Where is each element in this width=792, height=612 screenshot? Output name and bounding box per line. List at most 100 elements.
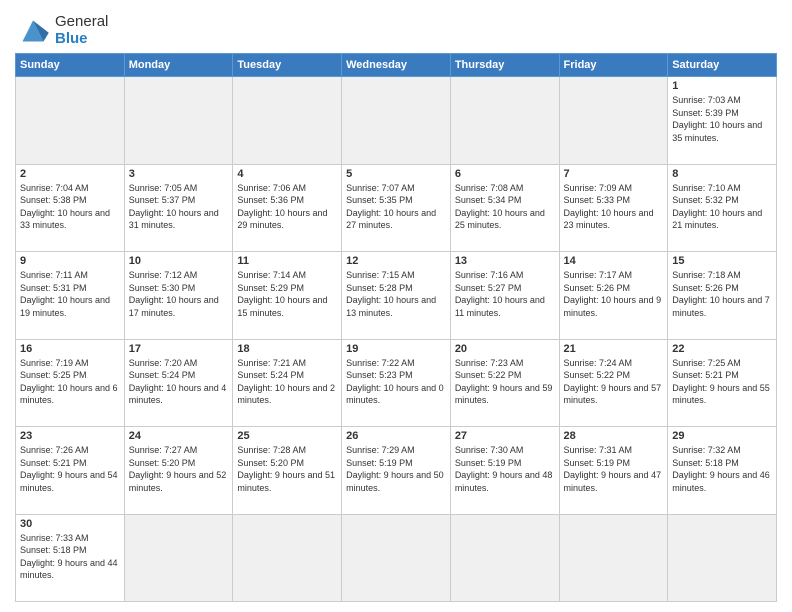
page: GeneralBlue SundayMondayTuesdayWednesday…: [0, 0, 792, 612]
day-number: 27: [455, 430, 555, 442]
day-info: Sunrise: 7:18 AM Sunset: 5:26 PM Dayligh…: [672, 269, 772, 319]
calendar-cell: 5 Sunrise: 7:07 AM Sunset: 5:35 PM Daylig…: [342, 164, 451, 252]
days-of-week-row: SundayMondayTuesdayWednesdayThursdayFrid…: [16, 54, 777, 77]
calendar-cell: [559, 514, 668, 602]
day-number: 13: [455, 255, 555, 267]
day-number: 30: [20, 518, 120, 530]
calendar-cell: 11Sunrise: 7:14 AM Sunset: 5:29 PM Dayli…: [233, 252, 342, 340]
day-header-wednesday: Wednesday: [342, 54, 451, 77]
calendar-cell: 21 Sunrise: 7:24 AM Sunset: 5:22 PM Dayli…: [559, 339, 668, 427]
calendar-cell: 25Sunrise: 7:28 AM Sunset: 5:20 PM Dayli…: [233, 427, 342, 515]
calendar-week-0: 1Sunrise: 7:03 AM Sunset: 5:39 PM Daylig…: [16, 77, 777, 165]
day-info: Sunrise: 7:05 AM Sunset: 5:37 PM Dayligh…: [129, 182, 229, 232]
calendar-cell: 10 Sunrise: 7:12 AM Sunset: 5:30 PM Dayli…: [124, 252, 233, 340]
calendar-cell: [342, 77, 451, 165]
logo: GeneralBlue: [15, 14, 108, 47]
day-number: 2: [20, 168, 120, 180]
day-info: Sunrise: 7:12 AM Sunset: 5:30 PM Dayligh…: [129, 269, 229, 319]
general-blue-icon: [15, 17, 51, 45]
calendar-cell: 4 Sunrise: 7:06 AM Sunset: 5:36 PM Daylig…: [233, 164, 342, 252]
calendar-cell: 22 Sunrise: 7:25 AM Sunset: 5:21 PM Dayli…: [668, 339, 777, 427]
calendar-cell: 23Sunrise: 7:26 AM Sunset: 5:21 PM Dayli…: [16, 427, 125, 515]
calendar-cell: [450, 514, 559, 602]
day-info: Sunrise: 7:33 AM Sunset: 5:18 PM Dayligh…: [20, 532, 120, 582]
calendar-cell: 3 Sunrise: 7:05 AM Sunset: 5:37 PM Daylig…: [124, 164, 233, 252]
calendar-cell: [233, 77, 342, 165]
calendar-cell: [124, 514, 233, 602]
day-info: Sunrise: 7:31 AM Sunset: 5:19 PM Dayligh…: [564, 444, 664, 494]
day-number: 26: [346, 430, 446, 442]
day-number: 7: [564, 168, 664, 180]
day-info: Sunrise: 7:08 AM Sunset: 5:34 PM Dayligh…: [455, 182, 555, 232]
day-header-tuesday: Tuesday: [233, 54, 342, 77]
day-header-monday: Monday: [124, 54, 233, 77]
day-number: 17: [129, 343, 229, 355]
day-info: Sunrise: 7:20 AM Sunset: 5:24 PM Dayligh…: [129, 357, 229, 407]
calendar-cell: [124, 77, 233, 165]
calendar-cell: 13 Sunrise: 7:16 AM Sunset: 5:27 PM Dayli…: [450, 252, 559, 340]
calendar-cell: 7Sunrise: 7:09 AM Sunset: 5:33 PM Daylig…: [559, 164, 668, 252]
day-info: Sunrise: 7:32 AM Sunset: 5:18 PM Dayligh…: [672, 444, 772, 494]
calendar-cell: 30 Sunrise: 7:33 AM Sunset: 5:18 PM Dayli…: [16, 514, 125, 602]
day-number: 15: [672, 255, 772, 267]
day-number: 21: [564, 343, 664, 355]
day-number: 10: [129, 255, 229, 267]
calendar-cell: 14Sunrise: 7:17 AM Sunset: 5:26 PM Dayli…: [559, 252, 668, 340]
calendar-cell: 26 Sunrise: 7:29 AM Sunset: 5:19 PM Dayli…: [342, 427, 451, 515]
calendar-week-3: 16 Sunrise: 7:19 AM Sunset: 5:25 PM Dayli…: [16, 339, 777, 427]
day-number: 29: [672, 430, 772, 442]
day-info: Sunrise: 7:21 AM Sunset: 5:24 PM Dayligh…: [237, 357, 337, 407]
day-number: 22: [672, 343, 772, 355]
day-info: Sunrise: 7:03 AM Sunset: 5:39 PM Dayligh…: [672, 94, 772, 144]
logo-blue: Blue: [55, 30, 88, 47]
calendar-cell: 16 Sunrise: 7:19 AM Sunset: 5:25 PM Dayli…: [16, 339, 125, 427]
day-info: Sunrise: 7:24 AM Sunset: 5:22 PM Dayligh…: [564, 357, 664, 407]
day-number: 19: [346, 343, 446, 355]
calendar-cell: 2Sunrise: 7:04 AM Sunset: 5:38 PM Daylig…: [16, 164, 125, 252]
day-number: 5: [346, 168, 446, 180]
day-header-friday: Friday: [559, 54, 668, 77]
day-number: 4: [237, 168, 337, 180]
calendar-cell: 15 Sunrise: 7:18 AM Sunset: 5:26 PM Dayli…: [668, 252, 777, 340]
day-info: Sunrise: 7:16 AM Sunset: 5:27 PM Dayligh…: [455, 269, 555, 319]
day-number: 9: [20, 255, 120, 267]
calendar-cell: 27Sunrise: 7:30 AM Sunset: 5:19 PM Dayli…: [450, 427, 559, 515]
calendar: SundayMondayTuesdayWednesdayThursdayFrid…: [15, 53, 777, 602]
day-number: 28: [564, 430, 664, 442]
day-info: Sunrise: 7:25 AM Sunset: 5:21 PM Dayligh…: [672, 357, 772, 407]
header: GeneralBlue: [15, 10, 777, 47]
day-number: 20: [455, 343, 555, 355]
day-info: Sunrise: 7:29 AM Sunset: 5:19 PM Dayligh…: [346, 444, 446, 494]
calendar-cell: 17 Sunrise: 7:20 AM Sunset: 5:24 PM Dayli…: [124, 339, 233, 427]
day-number: 8: [672, 168, 772, 180]
day-info: Sunrise: 7:17 AM Sunset: 5:26 PM Dayligh…: [564, 269, 664, 319]
day-number: 25: [237, 430, 337, 442]
day-info: Sunrise: 7:22 AM Sunset: 5:23 PM Dayligh…: [346, 357, 446, 407]
calendar-cell: 18 Sunrise: 7:21 AM Sunset: 5:24 PM Dayli…: [233, 339, 342, 427]
logo-text-block: GeneralBlue: [55, 14, 108, 47]
day-number: 16: [20, 343, 120, 355]
day-info: Sunrise: 7:07 AM Sunset: 5:35 PM Dayligh…: [346, 182, 446, 232]
calendar-week-2: 9 Sunrise: 7:11 AM Sunset: 5:31 PM Daylig…: [16, 252, 777, 340]
calendar-cell: 29 Sunrise: 7:32 AM Sunset: 5:18 PM Dayli…: [668, 427, 777, 515]
day-info: Sunrise: 7:10 AM Sunset: 5:32 PM Dayligh…: [672, 182, 772, 232]
day-info: Sunrise: 7:26 AM Sunset: 5:21 PM Dayligh…: [20, 444, 120, 494]
day-info: Sunrise: 7:23 AM Sunset: 5:22 PM Dayligh…: [455, 357, 555, 407]
day-info: Sunrise: 7:11 AM Sunset: 5:31 PM Dayligh…: [20, 269, 120, 319]
day-number: 18: [237, 343, 337, 355]
day-info: Sunrise: 7:14 AM Sunset: 5:29 PM Dayligh…: [237, 269, 337, 319]
calendar-cell: [342, 514, 451, 602]
calendar-week-1: 2Sunrise: 7:04 AM Sunset: 5:38 PM Daylig…: [16, 164, 777, 252]
calendar-header: SundayMondayTuesdayWednesdayThursdayFrid…: [16, 54, 777, 77]
day-number: 6: [455, 168, 555, 180]
day-header-thursday: Thursday: [450, 54, 559, 77]
day-number: 24: [129, 430, 229, 442]
day-info: Sunrise: 7:06 AM Sunset: 5:36 PM Dayligh…: [237, 182, 337, 232]
day-number: 3: [129, 168, 229, 180]
day-info: Sunrise: 7:19 AM Sunset: 5:25 PM Dayligh…: [20, 357, 120, 407]
logo-general: GeneralBlue: [55, 14, 108, 47]
calendar-cell: 6 Sunrise: 7:08 AM Sunset: 5:34 PM Daylig…: [450, 164, 559, 252]
day-header-saturday: Saturday: [668, 54, 777, 77]
calendar-cell: [559, 77, 668, 165]
calendar-cell: 8 Sunrise: 7:10 AM Sunset: 5:32 PM Daylig…: [668, 164, 777, 252]
